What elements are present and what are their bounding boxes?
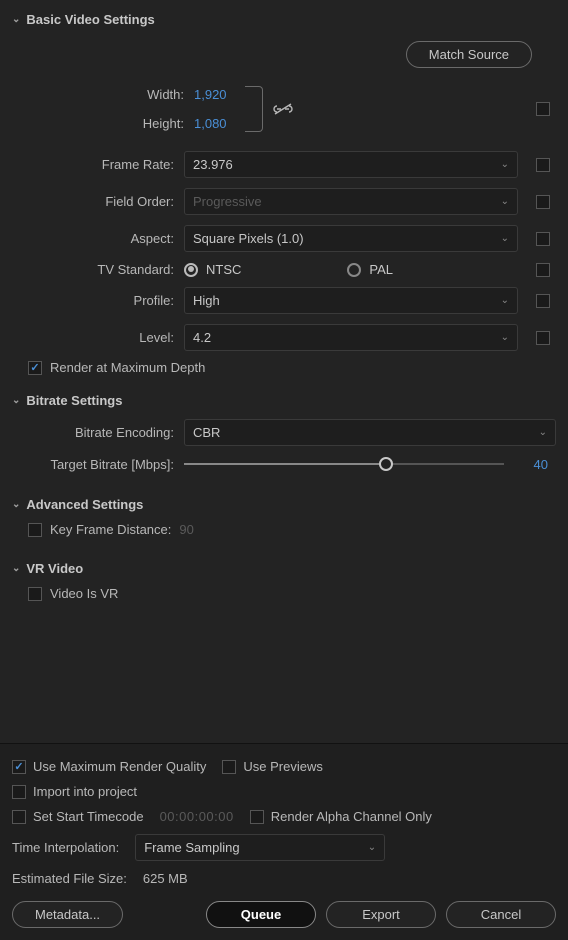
- target-bitrate-label: Target Bitrate [Mbps]:: [12, 457, 184, 472]
- width-label: Width:: [147, 87, 184, 102]
- export-button[interactable]: Export: [326, 901, 436, 928]
- chevron-down-icon: ⌄: [501, 332, 509, 343]
- field-order-dropdown[interactable]: Progressive ⌄: [184, 188, 518, 215]
- cancel-button[interactable]: Cancel: [446, 901, 556, 928]
- chevron-down-icon: ⌄: [501, 295, 509, 306]
- chevron-down-icon: ⌄: [12, 563, 20, 574]
- level-match-checkbox[interactable]: [536, 331, 550, 345]
- height-label: Height:: [143, 116, 184, 131]
- use-previews-checkbox[interactable]: Use Previews: [222, 759, 322, 774]
- section-title: VR Video: [26, 561, 83, 576]
- import-into-project-checkbox[interactable]: Import into project: [12, 784, 137, 799]
- render-alpha-only-checkbox[interactable]: Render Alpha Channel Only: [250, 809, 432, 824]
- field-order-label: Field Order:: [12, 194, 184, 209]
- ntsc-label: NTSC: [206, 262, 241, 277]
- ntsc-radio[interactable]: [184, 263, 198, 277]
- profile-dropdown[interactable]: High ⌄: [184, 287, 518, 314]
- time-interp-dropdown[interactable]: Frame Sampling ⌄: [135, 834, 385, 861]
- frame-rate-label: Frame Rate:: [12, 157, 184, 172]
- section-bitrate[interactable]: ⌄ Bitrate Settings: [12, 389, 556, 412]
- bracket-link-icon: [245, 86, 263, 132]
- render-max-depth-checkbox[interactable]: [28, 361, 42, 375]
- aspect-label: Aspect:: [12, 231, 184, 246]
- height-input[interactable]: 1,080: [194, 116, 227, 131]
- wh-match-checkbox[interactable]: [536, 102, 550, 116]
- target-bitrate-value[interactable]: 40: [512, 457, 556, 472]
- level-label: Level:: [12, 330, 184, 345]
- est-size-value: 625 MB: [143, 871, 188, 886]
- field-order-match-checkbox[interactable]: [536, 195, 550, 209]
- use-max-quality-checkbox[interactable]: Use Maximum Render Quality: [12, 759, 206, 774]
- section-advanced[interactable]: ⌄ Advanced Settings: [12, 493, 556, 516]
- key-frame-distance-value: 90: [179, 522, 193, 537]
- chevron-down-icon: ⌄: [501, 196, 509, 207]
- aspect-match-checkbox[interactable]: [536, 232, 550, 246]
- bitrate-encoding-dropdown[interactable]: CBR ⌄: [184, 419, 556, 446]
- section-vr[interactable]: ⌄ VR Video: [12, 557, 556, 580]
- timecode-value: 00:00:00:00: [160, 809, 234, 824]
- profile-label: Profile:: [12, 293, 184, 308]
- time-interp-label: Time Interpolation:: [12, 840, 119, 855]
- chevron-down-icon: ⌄: [12, 395, 20, 406]
- frame-rate-dropdown[interactable]: 23.976 ⌄: [184, 151, 518, 178]
- section-basic-video[interactable]: ⌄ Basic Video Settings: [12, 8, 556, 31]
- video-is-vr-label: Video Is VR: [50, 586, 118, 601]
- chevron-down-icon: ⌄: [539, 427, 547, 438]
- key-frame-distance-label: Key Frame Distance:: [50, 522, 171, 537]
- width-input[interactable]: 1,920: [194, 87, 227, 102]
- section-title: Advanced Settings: [26, 497, 143, 512]
- queue-button[interactable]: Queue: [206, 901, 316, 928]
- level-dropdown[interactable]: 4.2 ⌄: [184, 324, 518, 351]
- chevron-down-icon: ⌄: [501, 159, 509, 170]
- metadata-button[interactable]: Metadata...: [12, 901, 123, 928]
- frame-rate-match-checkbox[interactable]: [536, 158, 550, 172]
- chevron-down-icon: ⌄: [368, 842, 376, 853]
- key-frame-distance-checkbox[interactable]: [28, 523, 42, 537]
- tv-match-checkbox[interactable]: [536, 263, 550, 277]
- aspect-dropdown[interactable]: Square Pixels (1.0) ⌄: [184, 225, 518, 252]
- pal-radio[interactable]: [347, 263, 361, 277]
- video-is-vr-checkbox[interactable]: [28, 587, 42, 601]
- pal-label: PAL: [369, 262, 393, 277]
- render-max-depth-label: Render at Maximum Depth: [50, 360, 205, 375]
- est-size-label: Estimated File Size:: [12, 871, 127, 886]
- chevron-down-icon: ⌄: [12, 499, 20, 510]
- unlink-icon[interactable]: [273, 102, 293, 116]
- target-bitrate-slider[interactable]: [184, 456, 504, 472]
- set-start-timecode-checkbox[interactable]: Set Start Timecode: [12, 809, 144, 824]
- tv-standard-label: TV Standard:: [12, 262, 184, 277]
- profile-match-checkbox[interactable]: [536, 294, 550, 308]
- section-title: Basic Video Settings: [26, 12, 154, 27]
- chevron-down-icon: ⌄: [501, 233, 509, 244]
- bitrate-encoding-label: Bitrate Encoding:: [12, 425, 184, 440]
- chevron-down-icon: ⌄: [12, 14, 20, 25]
- section-title: Bitrate Settings: [26, 393, 122, 408]
- match-source-button[interactable]: Match Source: [406, 41, 532, 68]
